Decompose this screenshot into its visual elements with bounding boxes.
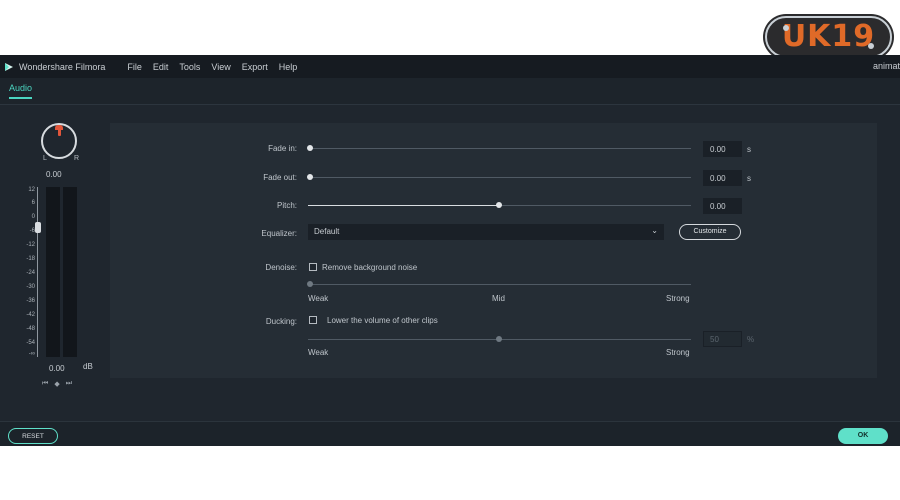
fade-out-unit: s [747,174,751,183]
filmora-logo-icon [5,62,13,71]
meter-transport: ⏮ ◆ ⏭ [42,380,72,388]
fade-in-slider-thumb[interactable] [307,145,313,151]
equalizer-label: Equalizer: [261,229,297,238]
ducking-weak-label: Weak [308,348,329,357]
menu-edit[interactable]: Edit [153,62,169,72]
volume-value: 0.00 [49,364,65,373]
app-name: Wondershare Filmora [19,61,106,72]
next-keyframe-icon[interactable]: ⏭ [66,380,72,388]
pan-knob[interactable] [41,123,77,159]
ducking-input[interactable]: 50 [703,331,742,347]
pitch-input[interactable]: 0.00 [703,198,742,214]
chevron-down-icon: ⌄ [651,226,658,235]
ducking-checkbox[interactable] [309,316,317,324]
pan-knob-needle [58,126,61,136]
denoise-slider-thumb[interactable] [307,281,313,287]
denoise-checkbox-label: Remove background noise [322,263,418,272]
customize-button[interactable]: Customize [679,224,741,240]
menu-tools[interactable]: Tools [179,62,200,72]
ducking-checkbox-label: Lower the volume of other clips [327,316,438,325]
fade-in-label: Fade in: [268,144,297,153]
db-tick: -18 [26,256,35,262]
audio-settings-window: Wondershare Filmora File Edit Tools View… [0,55,900,446]
denoise-label: Denoise: [265,263,297,272]
logo-text: UK19 [781,19,876,54]
fade-in-slider[interactable] [308,148,691,149]
denoise-weak-label: Weak [308,294,329,303]
db-tick: -54 [26,340,35,346]
pitch-label: Pitch: [276,201,297,210]
add-keyframe-icon[interactable]: ◆ [54,380,59,388]
db-tick: -36 [26,298,35,304]
fade-out-input[interactable]: 0.00 [703,170,742,186]
uk19-logo: UK19 [765,16,892,58]
db-tick: -42 [26,312,35,318]
pan-left-label: L [43,155,47,162]
audio-settings-panel: Fade in: 0.00 s Fade out: 0.00 s Pitch: … [110,123,877,378]
db-tick: 6 [31,200,35,206]
pan-value: 0.00 [46,170,62,179]
ducking-slider-thumb[interactable] [496,336,502,342]
menu-export[interactable]: Export [242,62,268,72]
dialog-footer: RESET OK [0,421,900,446]
equalizer-select[interactable]: Default ⌄ [308,224,664,240]
db-ruler [35,187,38,357]
audio-meter: L R 0.00 12 6 0 -6 -12 -18 -24 -30 -36 -… [0,115,110,390]
pitch-slider-thumb[interactable] [496,202,502,208]
ducking-strong-label: Strong [666,348,690,357]
equalizer-selected: Default [314,227,340,236]
db-tick: -48 [26,326,35,332]
tab-bar: Audio [0,78,900,105]
ducking-label: Ducking: [265,317,297,326]
db-tick: -30 [26,284,35,290]
denoise-mid-label: Mid [492,294,505,303]
denoise-checkbox[interactable] [309,263,317,271]
db-tick: -12 [26,242,35,248]
db-tick: -24 [26,270,35,276]
menu-view[interactable]: View [211,62,230,72]
ducking-unit: % [747,335,755,344]
fade-in-unit: s [747,145,751,154]
denoise-strong-label: Strong [666,294,690,303]
denoise-slider[interactable] [308,284,691,285]
db-tick: 12 [28,187,35,193]
project-name: animat [872,61,900,71]
pitch-slider-fill [308,205,499,206]
volume-unit: dB [83,362,93,371]
fade-out-label: Fade out: [263,173,297,182]
reset-button[interactable]: RESET [8,428,58,444]
menu-file[interactable]: File [127,62,142,72]
menu-bar: Wondershare Filmora File Edit Tools View… [0,55,900,78]
tab-audio[interactable]: Audio [9,83,33,99]
volume-slider-handle[interactable] [35,222,41,233]
fade-out-slider[interactable] [308,177,691,178]
level-meter-left [46,187,60,357]
menu-help[interactable]: Help [279,62,298,72]
db-tick: 0 [31,214,35,220]
fade-in-input[interactable]: 0.00 [703,141,742,157]
ok-button[interactable]: OK [838,428,888,444]
fade-out-slider-thumb[interactable] [307,174,313,180]
previous-keyframe-icon[interactable]: ⏮ [42,380,48,388]
level-meter-right [63,187,77,357]
db-scale: 12 6 0 -6 -12 -18 -24 -30 -36 -42 -48 -5… [20,187,38,357]
db-tick: -∞ [28,351,35,357]
pan-right-label: R [74,155,80,162]
